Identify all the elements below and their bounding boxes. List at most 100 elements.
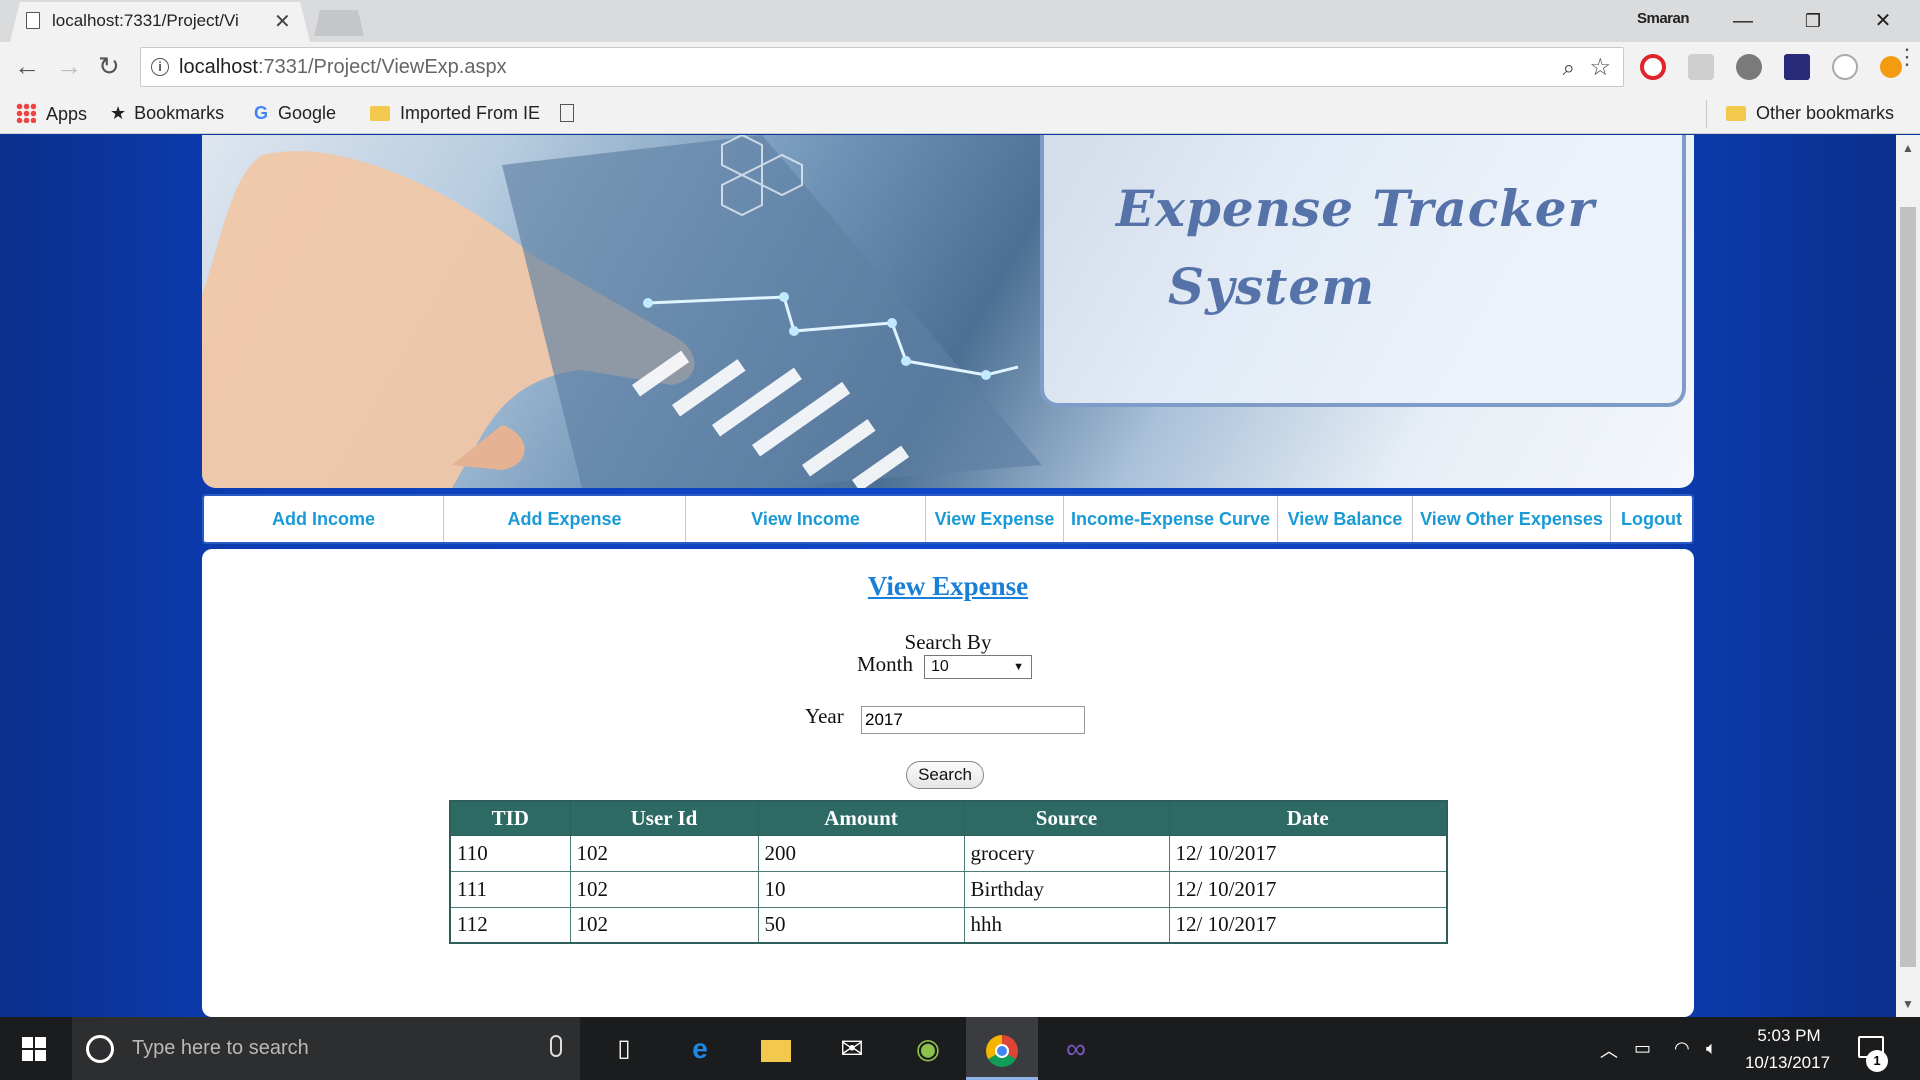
wifi-icon[interactable]: ◠	[1674, 1038, 1690, 1059]
column-header-date: Date	[1168, 800, 1448, 836]
nav-add-income[interactable]: Add Income	[204, 496, 444, 542]
month-select[interactable]: 10 ▼	[924, 655, 1032, 679]
bookmark-star-icon[interactable]: ☆	[1589, 53, 1611, 82]
mail-icon[interactable]: ✉	[816, 1017, 888, 1080]
url-path: :7331/Project/ViewExp.aspx	[257, 56, 507, 78]
column-header-user-id: User Id	[569, 800, 759, 836]
windows-start-icon[interactable]	[22, 1037, 46, 1061]
vertical-scrollbar[interactable]: ▲ ▼	[1896, 135, 1920, 1017]
cell-user-id: 102	[569, 906, 759, 944]
cell-source: Birthday	[963, 870, 1170, 908]
nav-view-expense[interactable]: View Expense	[926, 496, 1064, 542]
table-row: 110 102 200 grocery 12/ 10/2017	[449, 834, 1448, 872]
address-bar[interactable]: i localhost:7331/Project/ViewExp.aspx ⌕ …	[140, 47, 1624, 87]
cell-date: 12/ 10/2017	[1168, 906, 1448, 944]
info-icon[interactable]: i	[151, 58, 169, 76]
bookmark-google-label: Google	[278, 103, 337, 123]
windows-taskbar: Type here to search ▯ e ✉ ◉ ∞ ︿ ▭ ◠ 🔈︎ 5…	[0, 1017, 1920, 1080]
search-by-label: Search By	[904, 630, 992, 654]
minimize-icon[interactable]: —	[1718, 6, 1768, 36]
bookmarks-bar: Apps ★ Bookmarks G Google Imported From IE…	[0, 94, 1920, 134]
chrome-menu-icon[interactable]: ⋮	[1896, 46, 1918, 68]
nav-add-expense[interactable]: Add Expense	[444, 496, 686, 542]
flag-extension-icon[interactable]	[1784, 54, 1810, 80]
browser-toolbar: ← → ↻ i localhost:7331/Project/ViewExp.a…	[0, 42, 1920, 94]
cell-tid: 110	[449, 834, 571, 872]
month-label: Month	[857, 652, 914, 676]
folder-icon	[370, 106, 390, 121]
content-panel: View Expense Search By Month 10 ▼ Year S…	[202, 549, 1694, 1017]
url-text[interactable]: localhost:7331/Project/ViewExp.aspx	[179, 56, 507, 79]
bookmark-apps[interactable]: Apps	[16, 103, 87, 125]
bookmark-imported[interactable]: Imported From IE	[370, 103, 540, 124]
google-icon: G	[254, 103, 269, 123]
table-header-row: TID User Id Amount Source Date	[449, 800, 1448, 836]
cell-source: hhh	[963, 906, 1170, 944]
bookmark-google[interactable]: G Google	[254, 103, 336, 124]
taskbar-search-placeholder: Type here to search	[132, 1037, 309, 1059]
file-explorer-icon[interactable]	[740, 1017, 812, 1080]
bookmark-page[interactable]	[560, 103, 574, 124]
bookmark-bookmarks-label: Bookmarks	[134, 103, 225, 123]
bookmark-apps-label: Apps	[46, 104, 88, 124]
visual-studio-icon[interactable]: ∞	[1040, 1017, 1112, 1080]
nav-view-other-expenses[interactable]: View Other Expenses	[1413, 496, 1611, 542]
bookmark-bookmarks[interactable]: ★ Bookmarks	[110, 103, 224, 124]
nav-logout[interactable]: Logout	[1611, 496, 1692, 542]
scroll-thumb[interactable]	[1900, 207, 1916, 967]
tray-chevron-icon[interactable]: ︿	[1600, 1037, 1618, 1063]
cortana-icon	[86, 1035, 114, 1063]
cell-tid: 112	[449, 906, 571, 944]
dropdown-arrow-icon: ▼	[1013, 661, 1024, 673]
new-tab-button[interactable]	[314, 10, 364, 36]
zoom-icon[interactable]: ⌕	[1563, 55, 1575, 81]
page-title[interactable]: View Expense	[202, 571, 1694, 602]
table-row: 111 102 10 Birthday 12/ 10/2017	[449, 870, 1448, 908]
expense-table: TID User Id Amount Source Date 110 102 2…	[449, 800, 1448, 944]
forward-icon[interactable]: →	[56, 53, 82, 79]
apps-grid-icon	[16, 103, 36, 123]
opera-extension-icon[interactable]	[1640, 54, 1666, 80]
tab-title: localhost:7331/Project/Vi	[52, 11, 239, 30]
bookmark-other[interactable]: Other bookmarks	[1726, 103, 1894, 124]
nav-view-income[interactable]: View Income	[686, 496, 926, 542]
back-icon[interactable]: ←	[14, 53, 40, 79]
scroll-down-icon[interactable]: ▼	[1902, 997, 1914, 1011]
edge-icon[interactable]: e	[664, 1017, 736, 1080]
microphone-icon[interactable]	[550, 1035, 562, 1057]
android-studio-icon[interactable]: ◉	[892, 1017, 964, 1080]
nav-income-expense-curve[interactable]: Income-Expense Curve	[1064, 496, 1278, 542]
column-header-amount: Amount	[757, 800, 965, 836]
volume-icon[interactable]: 🔈︎	[1706, 1038, 1717, 1059]
profile-name[interactable]: Smaran	[1637, 10, 1690, 27]
nav-view-balance[interactable]: View Balance	[1278, 496, 1413, 542]
column-header-tid: TID	[449, 800, 571, 836]
cell-date: 12/ 10/2017	[1168, 834, 1448, 872]
tab-close-icon[interactable]: ✕	[274, 9, 291, 34]
taskbar-search-box[interactable]: Type here to search	[72, 1017, 580, 1080]
restore-icon[interactable]: ❐	[1788, 6, 1838, 36]
cell-tid: 111	[449, 870, 571, 908]
window-close-icon[interactable]: ✕	[1858, 6, 1908, 36]
bag-extension-icon[interactable]	[1688, 54, 1714, 80]
bookmark-separator	[1706, 100, 1707, 128]
banner-title-line1: Expense Tracker	[1116, 179, 1595, 238]
clock-time[interactable]: 5:03 PM	[1754, 1026, 1824, 1046]
cell-amount: 200	[757, 834, 965, 872]
table-row: 112 102 50 hhh 12/ 10/2017	[449, 906, 1448, 944]
main-nav-menu: Add Income Add Expense View Income View …	[202, 494, 1694, 544]
year-input[interactable]	[861, 706, 1085, 734]
search-button[interactable]: Search	[906, 761, 984, 789]
banner-title-line2: System	[1168, 257, 1376, 316]
code-extension-icon[interactable]	[1832, 54, 1858, 80]
task-view-icon[interactable]: ▯	[588, 1017, 660, 1080]
battery-icon[interactable]: ▭	[1634, 1038, 1651, 1059]
film-extension-icon[interactable]	[1736, 54, 1762, 80]
month-select-value: 10	[931, 658, 949, 675]
cell-amount: 50	[757, 906, 965, 944]
chrome-icon[interactable]	[966, 1017, 1038, 1080]
clock-date[interactable]: 10/13/2017	[1740, 1053, 1835, 1073]
reload-icon[interactable]: ↻	[98, 53, 120, 79]
scroll-up-icon[interactable]: ▲	[1902, 141, 1914, 155]
cell-user-id: 102	[569, 834, 759, 872]
